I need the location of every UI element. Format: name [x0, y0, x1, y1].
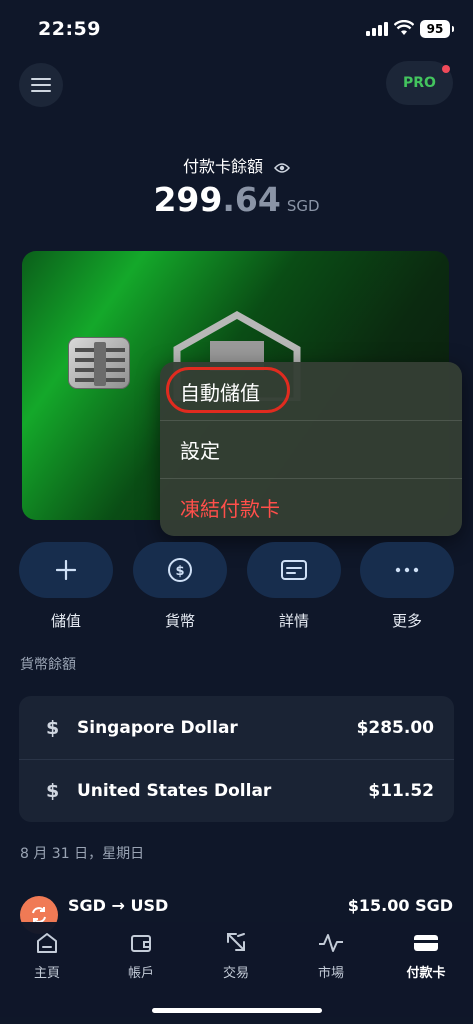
balance-decimal: .64	[222, 180, 281, 219]
pro-label: PRO	[403, 75, 436, 91]
chip-icon	[68, 337, 130, 389]
tab-market-label: 市場	[317, 966, 344, 981]
tab-transactions[interactable]: 交易	[196, 930, 276, 982]
card-context-menu: 自動儲值 設定 凍結付款卡	[160, 362, 462, 536]
transaction-amount: $15.00 SGD	[347, 896, 453, 915]
transaction-date: 8 月 31 日，星期日	[20, 846, 145, 862]
menu-item-freeze-card-label: 凍結付款卡	[180, 497, 280, 521]
hamburger-icon	[31, 78, 51, 92]
balance-currency: SGD	[286, 197, 320, 215]
details-label: 詳情	[278, 612, 309, 630]
tab-transactions-label: 交易	[222, 966, 249, 981]
tab-accounts-label: 帳戶	[127, 966, 154, 981]
menu-button[interactable]	[19, 63, 63, 107]
plus-icon	[56, 560, 76, 580]
menu-item-freeze-card[interactable]: 凍結付款卡	[160, 478, 462, 536]
tab-home-label: 主頁	[33, 966, 60, 981]
currency-list: $ Singapore Dollar $285.00 $ United Stat…	[19, 696, 454, 822]
eye-icon[interactable]	[274, 162, 291, 174]
currency-name: Singapore Dollar	[77, 717, 238, 738]
balance-amount: 299.64 SGD	[0, 180, 473, 219]
home-indicator	[152, 1008, 322, 1013]
balance-integer: 299	[153, 180, 223, 219]
currency-button[interactable]: $	[133, 542, 227, 598]
tab-home[interactable]: 主頁	[7, 930, 87, 982]
dollar-circle-icon: $	[168, 558, 192, 582]
balance-label-row: 付款卡餘額	[0, 153, 473, 177]
pro-button[interactable]: PRO	[386, 61, 453, 105]
cellular-signal-icon	[366, 22, 388, 36]
home-icon	[37, 933, 57, 953]
chart-line-icon	[319, 934, 343, 952]
tab-accounts[interactable]: 帳戶	[101, 930, 181, 982]
transaction-pair: SGD → USD	[68, 896, 169, 915]
tab-market[interactable]: 市場	[291, 930, 371, 982]
topup-button[interactable]	[19, 542, 113, 598]
card-details-icon	[281, 560, 307, 580]
more-button[interactable]	[360, 542, 454, 598]
currency-row-sgd[interactable]: $ Singapore Dollar $285.00	[19, 696, 454, 759]
status-bar: 22:59 95	[0, 0, 473, 58]
more-label: 更多	[391, 612, 422, 630]
details-button[interactable]	[247, 542, 341, 598]
currency-amount: $285.00	[356, 717, 434, 738]
card-icon	[414, 935, 438, 951]
transfer-arrows-icon	[227, 933, 245, 951]
balance-label: 付款卡餘額	[182, 157, 263, 176]
dollar-icon: $	[46, 716, 60, 739]
more-icon	[395, 567, 419, 573]
currency-name: United States Dollar	[77, 781, 272, 801]
currency-row-usd[interactable]: $ United States Dollar $11.52	[19, 759, 454, 822]
menu-item-settings[interactable]: 設定	[160, 420, 462, 478]
currency-label: 貨幣	[164, 612, 195, 630]
tab-card[interactable]: 付款卡	[386, 930, 466, 982]
currency-amount: $11.52	[368, 781, 434, 801]
topup-label: 儲值	[50, 612, 81, 630]
svg-text:$: $	[175, 564, 184, 579]
status-time: 22:59	[38, 18, 101, 40]
dollar-icon: $	[46, 780, 60, 802]
battery-indicator: 95	[420, 20, 454, 38]
notification-dot	[442, 65, 450, 73]
wallet-icon	[131, 935, 151, 952]
tab-card-label: 付款卡	[406, 966, 446, 981]
currency-section-title: 貨幣餘額	[20, 657, 76, 673]
menu-item-settings-label: 設定	[180, 439, 220, 463]
wifi-icon	[394, 20, 414, 35]
highlight-ring	[166, 367, 290, 413]
